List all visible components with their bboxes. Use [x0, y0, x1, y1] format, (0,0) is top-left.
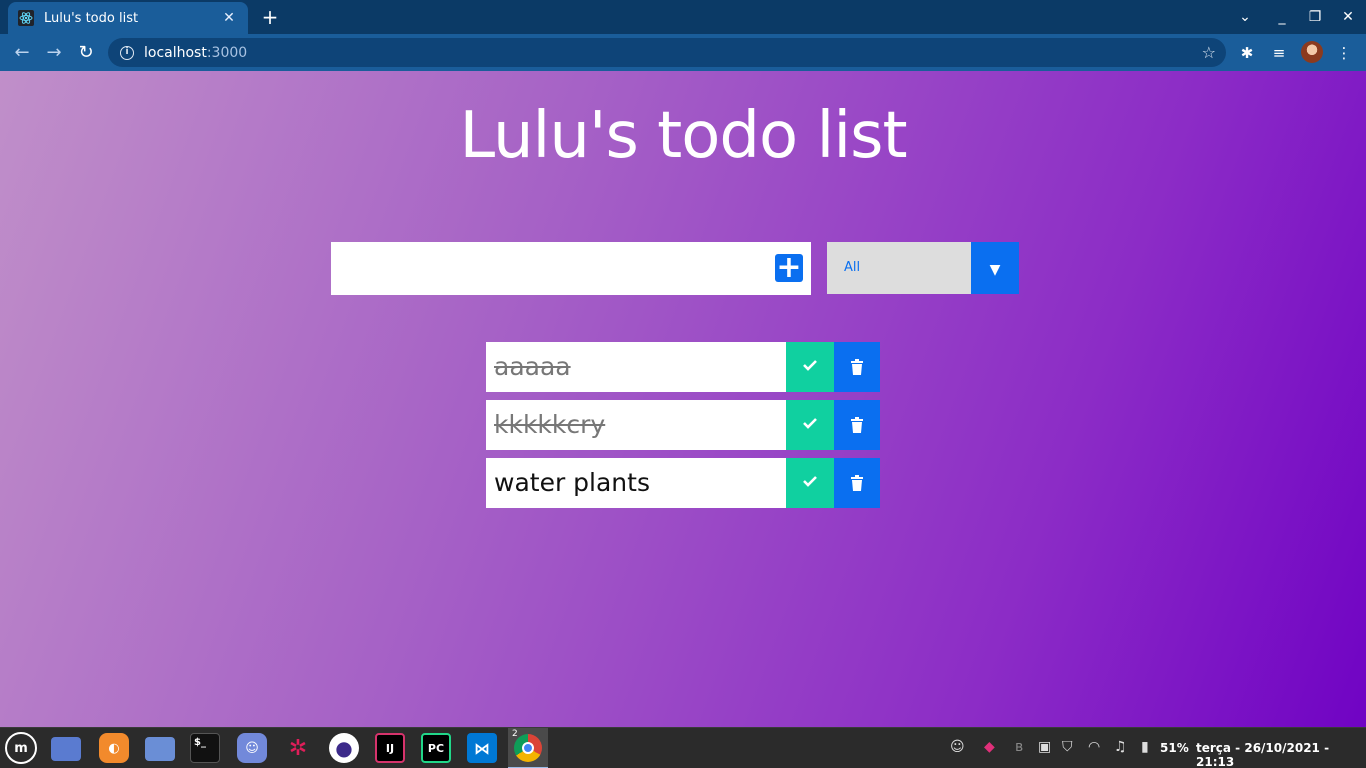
desktop-icon[interactable]: [51, 737, 81, 761]
minimize-icon[interactable]: _: [1270, 6, 1294, 28]
page-background: Lulu's todo list + All ▼ aaaaa kkkkkcry: [0, 71, 1366, 727]
todo-text: water plants: [494, 468, 650, 497]
todo-text: kkkkkcry: [494, 410, 606, 439]
info-icon[interactable]: i: [120, 45, 134, 60]
clock[interactable]: terça - 26/10/2021 - 21:13: [1196, 741, 1366, 768]
chrome-icon: [514, 734, 542, 762]
delete-button[interactable]: [834, 400, 880, 450]
todo-input[interactable]: [331, 242, 771, 295]
chrome-taskbar-button[interactable]: 2: [508, 728, 548, 768]
tab-title: Lulu's todo list: [44, 10, 139, 26]
check-icon: [803, 418, 817, 429]
reload-icon[interactable]: ↻: [73, 40, 99, 66]
chevron-down-icon[interactable]: ▼: [971, 242, 1019, 294]
todo-item: water plants: [486, 458, 880, 508]
todo-item: kkkkkcry: [486, 400, 880, 450]
extensions-icon[interactable]: ✱: [1236, 42, 1258, 64]
terminal-icon[interactable]: $_: [190, 733, 220, 763]
filter-select[interactable]: All ▼: [827, 242, 1019, 294]
tab-close-icon[interactable]: ✕: [220, 10, 238, 26]
restore-icon[interactable]: ❐: [1303, 6, 1327, 28]
bluetooth-icon[interactable]: ʙ: [1015, 739, 1023, 755]
check-icon: [803, 476, 817, 487]
complete-button[interactable]: [786, 458, 834, 508]
wifi-icon[interactable]: ◠: [1088, 739, 1100, 755]
browser-toolbar: ← → ↻ i localhost :3000 ☆ ✱ ≡ ⋮: [0, 34, 1366, 71]
complete-button[interactable]: [786, 400, 834, 450]
trash-icon: [851, 417, 863, 433]
menu-icon[interactable]: ⋮: [1333, 42, 1355, 64]
trash-icon: [851, 475, 863, 491]
complete-button[interactable]: [786, 342, 834, 392]
tab-strip: Lulu's todo list ✕ + ⌄ _ ❐ ✕: [0, 0, 1366, 34]
filter-selected-value: All: [844, 260, 861, 275]
check-icon: [803, 360, 817, 371]
todo-list: aaaaa kkkkkcry water plants: [486, 342, 880, 516]
firefox-icon[interactable]: ◐: [99, 733, 129, 763]
url-port: :3000: [206, 44, 248, 61]
page-title: Lulu's todo list: [459, 99, 907, 173]
todo-item: aaaaa: [486, 342, 880, 392]
address-bar[interactable]: i localhost :3000 ☆: [108, 38, 1226, 67]
intellij-icon[interactable]: IJ: [375, 733, 405, 763]
forward-icon[interactable]: →: [41, 40, 67, 66]
discord-icon[interactable]: ☺: [237, 733, 267, 763]
eclipse-icon[interactable]: ●: [329, 733, 359, 763]
todo-text: aaaaa: [494, 352, 571, 381]
slack-icon[interactable]: ✲: [283, 733, 313, 763]
battery-icon[interactable]: ▮: [1141, 739, 1149, 755]
taskbar: m ◐ $_ ☺ ✲ ● IJ PC ⋈ 2 ☺ ◆ ʙ ▣ ⛉ ◠ ♫ ▮ 5…: [0, 727, 1366, 768]
media-icon[interactable]: ≡: [1268, 42, 1290, 64]
avatar[interactable]: [1301, 41, 1323, 63]
discord-tray-icon[interactable]: ☺: [950, 739, 965, 755]
battery-percent: 51%: [1160, 741, 1189, 755]
mint-menu-icon[interactable]: m: [5, 732, 37, 764]
pycharm-icon[interactable]: PC: [421, 733, 451, 763]
star-icon[interactable]: ☆: [1202, 43, 1216, 62]
clipboard-icon[interactable]: ▣: [1038, 739, 1051, 755]
app-tray-icon[interactable]: ◆: [984, 739, 995, 755]
tab-search-icon[interactable]: ⌄: [1233, 6, 1257, 28]
close-window-icon[interactable]: ✕: [1336, 6, 1360, 28]
files-icon[interactable]: [145, 737, 175, 761]
add-todo-button[interactable]: +: [775, 253, 803, 283]
delete-button[interactable]: [834, 342, 880, 392]
url-host: localhost: [144, 44, 207, 61]
music-icon[interactable]: ♫: [1114, 739, 1127, 755]
shield-icon[interactable]: ⛉: [1062, 739, 1073, 755]
trash-icon: [851, 359, 863, 375]
vscode-icon[interactable]: ⋈: [467, 733, 497, 763]
back-icon[interactable]: ←: [9, 40, 35, 66]
delete-button[interactable]: [834, 458, 880, 508]
browser-tab[interactable]: Lulu's todo list ✕: [8, 2, 248, 34]
react-icon: [18, 10, 34, 26]
new-tab-button[interactable]: +: [258, 6, 282, 28]
todo-form: +: [331, 242, 811, 295]
